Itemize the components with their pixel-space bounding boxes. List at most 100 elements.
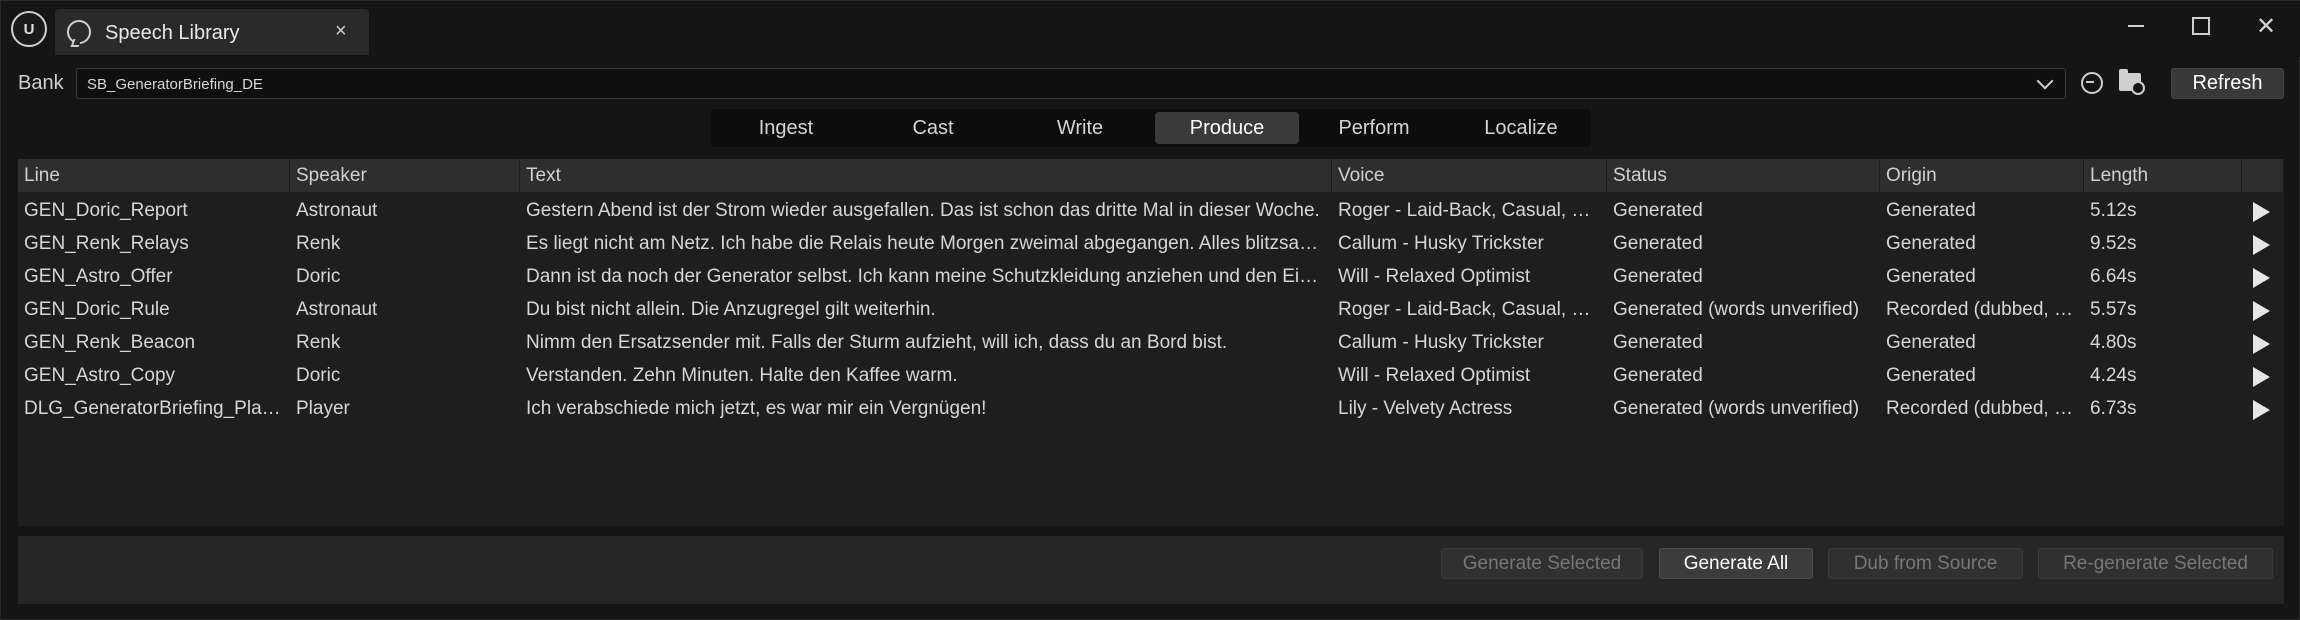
- maximize-button[interactable]: [2186, 11, 2216, 41]
- speaker-cell: Astronaut: [296, 200, 378, 221]
- status-cell: Generated (words unverified): [1613, 299, 1860, 320]
- table-row[interactable]: GEN_Astro_Offer Doric Dann ist da noch der…: [18, 260, 2284, 293]
- refresh-button[interactable]: Refresh: [2171, 68, 2284, 99]
- column-header-speaker[interactable]: Speaker: [290, 159, 520, 192]
- chevron-down-icon: [2036, 72, 2054, 90]
- text-cell: Dann ist da noch der Generator selbst. I…: [526, 266, 1326, 287]
- column-header-length[interactable]: Length: [2084, 159, 2242, 192]
- table-row[interactable]: GEN_Doric_Report Astronaut Gestern Abend i…: [18, 194, 2284, 227]
- column-header-origin[interactable]: Origin: [1880, 159, 2084, 192]
- play-icon[interactable]: [2253, 400, 2270, 420]
- play-icon[interactable]: [2253, 202, 2270, 222]
- action-panel: Generate Selected Generate All Dub from …: [18, 536, 2284, 604]
- line-cell: GEN_Astro_Copy: [24, 365, 176, 386]
- play-icon[interactable]: [2253, 268, 2270, 288]
- tab-write[interactable]: Write: [1008, 112, 1152, 144]
- speech-library-window: U Speech Library × ✕ Bank SB_GeneratorBr…: [0, 0, 2300, 620]
- length-cell: 4.80s: [2090, 332, 2137, 353]
- tab-localize[interactable]: Localize: [1449, 112, 1593, 144]
- column-header-voice[interactable]: Voice: [1332, 159, 1607, 192]
- line-cell: DLG_GeneratorBriefing_Player: [24, 398, 284, 419]
- origin-cell: Generated: [1886, 365, 1976, 386]
- window-close-button[interactable]: ✕: [2251, 11, 2281, 41]
- speaker-cell: Astronaut: [296, 299, 378, 320]
- voice-cell: Roger - Laid-Back, Casual, Resonant: [1338, 200, 1601, 221]
- tab-cast[interactable]: Cast: [861, 112, 1005, 144]
- generate-all-button[interactable]: Generate All: [1659, 548, 1813, 579]
- tab-perform[interactable]: Perform: [1302, 112, 1446, 144]
- table-row[interactable]: GEN_Astro_Copy Doric Verstanden. Zehn Minu…: [18, 359, 2284, 392]
- origin-cell: Recorded (dubbed, reviewed): [1886, 299, 2078, 320]
- text-cell: Du bist nicht allein. Die Anzugregel gil…: [526, 299, 936, 320]
- speaker-cell: Doric: [296, 266, 341, 287]
- speaker-cell: Doric: [296, 365, 341, 386]
- play-icon[interactable]: [2253, 235, 2270, 255]
- dub-from-source-button[interactable]: Dub from Source: [1828, 548, 2023, 579]
- text-cell: Nimm den Ersatzsender mit. Falls der Stu…: [526, 332, 1228, 353]
- origin-cell: Recorded (dubbed, reviewed): [1886, 398, 2078, 419]
- regenerate-selected-button[interactable]: Re-generate Selected: [2038, 548, 2273, 579]
- play-icon[interactable]: [2253, 334, 2270, 354]
- origin-cell: Generated: [1886, 200, 1976, 221]
- status-cell: Generated: [1613, 365, 1703, 386]
- line-cell: GEN_Doric_Report: [24, 200, 188, 221]
- line-cell: GEN_Renk_Relays: [24, 233, 189, 254]
- tab-ingest[interactable]: Ingest: [714, 112, 858, 144]
- text-cell: Gestern Abend ist der Strom wieder ausge…: [526, 200, 1320, 221]
- bank-dropdown[interactable]: SB_GeneratorBriefing_DE: [76, 68, 2066, 99]
- length-cell: 4.24s: [2090, 365, 2137, 386]
- line-cell: GEN_Astro_Offer: [24, 266, 173, 287]
- column-header-play: [2242, 159, 2284, 192]
- column-header-status[interactable]: Status: [1607, 159, 1880, 192]
- play-icon[interactable]: [2253, 301, 2270, 321]
- voice-cell: Roger - Laid-Back, Casual, Resonant: [1338, 299, 1601, 320]
- speaker-cell: Player: [296, 398, 350, 419]
- length-cell: 6.64s: [2090, 266, 2137, 287]
- text-cell: Es liegt nicht am Netz. Ich habe die Rel…: [526, 233, 1326, 254]
- speech-bubble-icon: [67, 20, 91, 44]
- table-header: Line Speaker Text Voice Status Origin Length: [18, 159, 2284, 192]
- browse-to-asset-icon[interactable]: [2081, 72, 2103, 94]
- speaker-cell: Renk: [296, 332, 341, 353]
- status-cell: Generated (words unverified): [1613, 398, 1860, 419]
- table-row[interactable]: GEN_Doric_Rule Astronaut Du bist nicht all…: [18, 293, 2284, 326]
- bank-label: Bank: [18, 72, 64, 94]
- status-cell: Generated: [1613, 266, 1703, 287]
- folder-search-icon[interactable]: [2119, 69, 2145, 95]
- voice-cell: Will - Relaxed Optimist: [1338, 266, 1531, 287]
- play-icon[interactable]: [2253, 367, 2270, 387]
- tab-title: Speech Library: [105, 22, 240, 44]
- mode-tab-bar: Ingest Cast Write Produce Perform Localize: [711, 109, 1591, 147]
- document-tab[interactable]: Speech Library ×: [55, 9, 369, 55]
- minimize-button[interactable]: [2121, 11, 2151, 41]
- origin-cell: Generated: [1886, 266, 1976, 287]
- status-cell: Generated: [1613, 233, 1703, 254]
- length-cell: 6.73s: [2090, 398, 2137, 419]
- text-cell: Verstanden. Zehn Minuten. Halte den Kaff…: [526, 365, 958, 386]
- text-cell: Ich verabschiede mich jetzt, es war mir …: [526, 398, 987, 419]
- length-cell: 5.57s: [2090, 299, 2137, 320]
- voice-cell: Callum - Husky Trickster: [1338, 332, 1544, 353]
- unreal-logo-icon[interactable]: U: [11, 11, 47, 47]
- status-cell: Generated: [1613, 200, 1703, 221]
- column-header-text[interactable]: Text: [520, 159, 1332, 192]
- generate-selected-button[interactable]: Generate Selected: [1441, 548, 1643, 579]
- length-cell: 5.12s: [2090, 200, 2137, 221]
- speaker-cell: Renk: [296, 233, 341, 254]
- voice-cell: Will - Relaxed Optimist: [1338, 365, 1531, 386]
- length-cell: 9.52s: [2090, 233, 2137, 254]
- table-row[interactable]: DLG_GeneratorBriefing_Player Player Ich ve…: [18, 392, 2284, 425]
- line-cell: GEN_Doric_Rule: [24, 299, 170, 320]
- column-header-line[interactable]: Line: [18, 159, 290, 192]
- voice-cell: Callum - Husky Trickster: [1338, 233, 1544, 254]
- origin-cell: Generated: [1886, 332, 1976, 353]
- title-bar: U Speech Library × ✕: [1, 1, 2300, 57]
- voice-cell: Lily - Velvety Actress: [1338, 398, 1513, 419]
- table-row[interactable]: GEN_Renk_Beacon Renk Nimm den Ersatzsender…: [18, 326, 2284, 359]
- table-row[interactable]: GEN_Renk_Relays Renk Es liegt nicht am Net…: [18, 227, 2284, 260]
- tab-produce[interactable]: Produce: [1155, 112, 1299, 144]
- tab-close-icon[interactable]: ×: [335, 20, 347, 43]
- speech-lines-table: Line Speaker Text Voice Status Origin Length G…: [18, 159, 2284, 526]
- line-cell: GEN_Renk_Beacon: [24, 332, 196, 353]
- bank-value: SB_GeneratorBriefing_DE: [87, 76, 263, 93]
